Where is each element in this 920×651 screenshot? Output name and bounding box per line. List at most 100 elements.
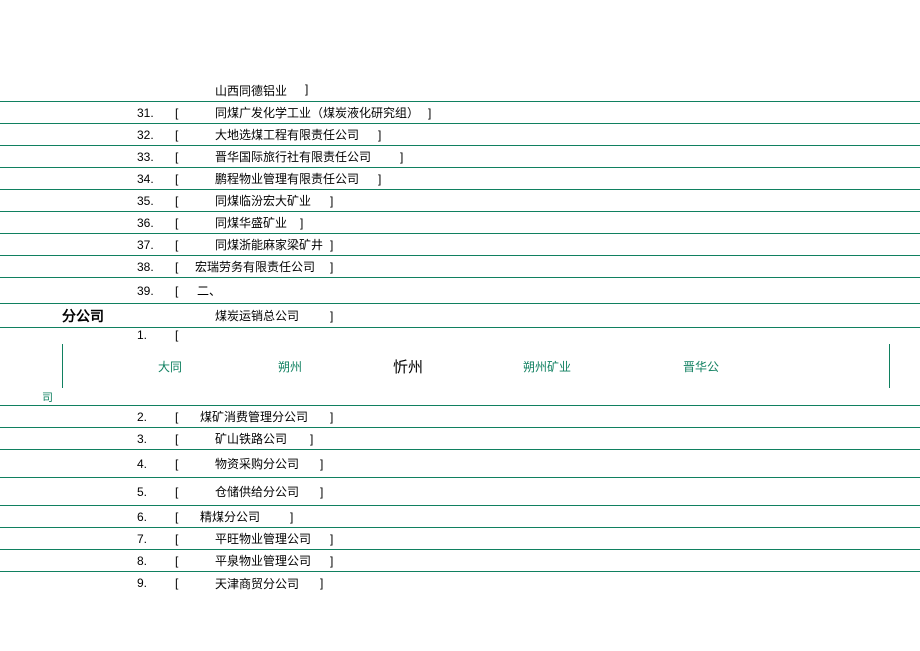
item-row: 38. [ 宏瑞劳务有限责任公司 ] — [0, 256, 920, 278]
section-row: 分公司 煤炭运销总公司 ] — [0, 304, 920, 328]
sub-link[interactable]: 大同 — [158, 358, 182, 375]
item-text: 矿山铁路公司 — [215, 430, 287, 447]
item-row: 山西同德铝业 ] — [0, 82, 920, 102]
bracket-left: [ — [175, 260, 178, 274]
item-number: 33. — [137, 150, 154, 164]
bracket-left: [ — [175, 172, 178, 186]
sub-link[interactable]: 晋华公 — [683, 358, 719, 375]
item-row: 7. [ 平旺物业管理公司 ] — [0, 528, 920, 550]
item-row: 37. [ 同煤浙能麻家梁矿井 ] — [0, 234, 920, 256]
item-text: 煤炭运销总公司 — [215, 307, 299, 324]
item-row: 31. [ 同煤广发化学工业（煤炭液化研究组） ] — [0, 102, 920, 124]
item-text: 晋华国际旅行社有限责任公司 — [215, 148, 371, 165]
item-number: 5. — [137, 485, 147, 499]
sub-links-box: 大同 朔州 忻州 朔州矿业 晋华公 — [62, 344, 890, 388]
bracket-right: ] — [330, 194, 333, 208]
item-text: 同煤广发化学工业（煤炭液化研究组） — [215, 104, 419, 121]
bracket-left: [ — [175, 432, 178, 446]
item-text: 平旺物业管理公司 — [215, 530, 311, 547]
item-number: 31. — [137, 106, 154, 120]
item-row: 6. [ 精煤分公司 ] — [0, 506, 920, 528]
item-row: 3. [ 矿山铁路公司 ] — [0, 428, 920, 450]
item-row: 4. [ 物资采购分公司 ] — [0, 450, 920, 478]
bracket-right: ] — [330, 309, 333, 323]
item-text: 物资采购分公司 — [215, 455, 299, 472]
item-row: 35. [ 同煤临汾宏大矿业 ] — [0, 190, 920, 212]
item-row: 5. [ 仓储供给分公司 ] — [0, 478, 920, 506]
bracket-left: [ — [175, 485, 178, 499]
item-number: 35. — [137, 194, 154, 208]
item-number: 7. — [137, 532, 147, 546]
item-row: 9. [ 天津商贸分公司 ] — [0, 572, 920, 594]
item-row: 33. [ 晋华国际旅行社有限责任公司 ] — [0, 146, 920, 168]
item-number: 6. — [137, 510, 147, 524]
sub-link[interactable]: 朔州矿业 — [523, 358, 571, 375]
item-number: 34. — [137, 172, 154, 186]
item-number: 39. — [137, 284, 154, 298]
item-text: 精煤分公司 — [200, 508, 260, 525]
bracket-right: ] — [305, 82, 308, 96]
bracket-left: [ — [175, 194, 178, 208]
bracket-right: ] — [330, 410, 333, 424]
bracket-right: ] — [330, 238, 333, 252]
bracket-right: ] — [310, 432, 313, 446]
bracket-right: ] — [330, 532, 333, 546]
tail-row: 司 — [0, 388, 920, 406]
tail-label: 司 — [42, 389, 53, 405]
item-text: 煤矿消费管理分公司 — [200, 408, 308, 425]
bracket-left: [ — [175, 510, 178, 524]
item-number: 2. — [137, 410, 147, 424]
item-text: 平泉物业管理公司 — [215, 552, 311, 569]
item-row: 8. [ 平泉物业管理公司 ] — [0, 550, 920, 572]
bracket-right: ] — [330, 260, 333, 274]
bracket-right: ] — [290, 510, 293, 524]
item-number: 36. — [137, 216, 154, 230]
section-title: 分公司 — [62, 306, 104, 326]
bracket-right: ] — [400, 150, 403, 164]
bracket-right: ] — [300, 216, 303, 230]
bracket-right: ] — [428, 106, 431, 120]
item-number: 8. — [137, 554, 147, 568]
item-text: 山西同德铝业 — [215, 82, 287, 99]
item-text: 同煤临汾宏大矿业 — [215, 192, 311, 209]
section-number: 二、 — [197, 282, 221, 299]
item-text: 同煤华盛矿业 — [215, 214, 287, 231]
item-row: 36. [ 同煤华盛矿业 ] — [0, 212, 920, 234]
item-text: 同煤浙能麻家梁矿井 — [215, 236, 323, 253]
bracket-left: [ — [175, 576, 178, 590]
item-number: 38. — [137, 260, 154, 274]
item-row: 1. [ — [0, 328, 920, 344]
item-text: 天津商贸分公司 — [215, 575, 299, 592]
bracket-left: [ — [175, 532, 178, 546]
item-number: 1. — [137, 328, 147, 342]
bracket-left: [ — [175, 238, 178, 252]
bracket-right: ] — [330, 554, 333, 568]
item-text: 大地选煤工程有限责任公司 — [215, 126, 359, 143]
item-row: 2. [ 煤矿消费管理分公司 ] — [0, 406, 920, 428]
item-row: 32. [ 大地选煤工程有限责任公司 ] — [0, 124, 920, 146]
bracket-left: [ — [175, 150, 178, 164]
item-row: 39. [ 二、 — [0, 278, 920, 304]
bracket-left: [ — [175, 106, 178, 120]
item-number: 37. — [137, 238, 154, 252]
bracket-left: [ — [175, 328, 178, 342]
item-row: 34. [ 鹏程物业管理有限责任公司 ] — [0, 168, 920, 190]
item-text: 鹏程物业管理有限责任公司 — [215, 170, 359, 187]
item-number: 9. — [137, 576, 147, 590]
item-text: 宏瑞劳务有限责任公司 — [195, 258, 315, 275]
bracket-left: [ — [175, 554, 178, 568]
bracket-right: ] — [320, 485, 323, 499]
item-number: 4. — [137, 457, 147, 471]
bracket-right: ] — [320, 576, 323, 590]
bracket-right: ] — [378, 172, 381, 186]
bracket-left: [ — [175, 128, 178, 142]
item-text: 仓储供给分公司 — [215, 483, 299, 500]
sub-link[interactable]: 忻州 — [393, 356, 423, 377]
document-content: 山西同德铝业 ] 31. [ 同煤广发化学工业（煤炭液化研究组） ] 32. [… — [0, 0, 920, 594]
item-number: 3. — [137, 432, 147, 446]
bracket-left: [ — [175, 284, 178, 298]
bracket-right: ] — [378, 128, 381, 142]
bracket-right: ] — [320, 457, 323, 471]
bracket-left: [ — [175, 457, 178, 471]
sub-link[interactable]: 朔州 — [278, 358, 302, 375]
